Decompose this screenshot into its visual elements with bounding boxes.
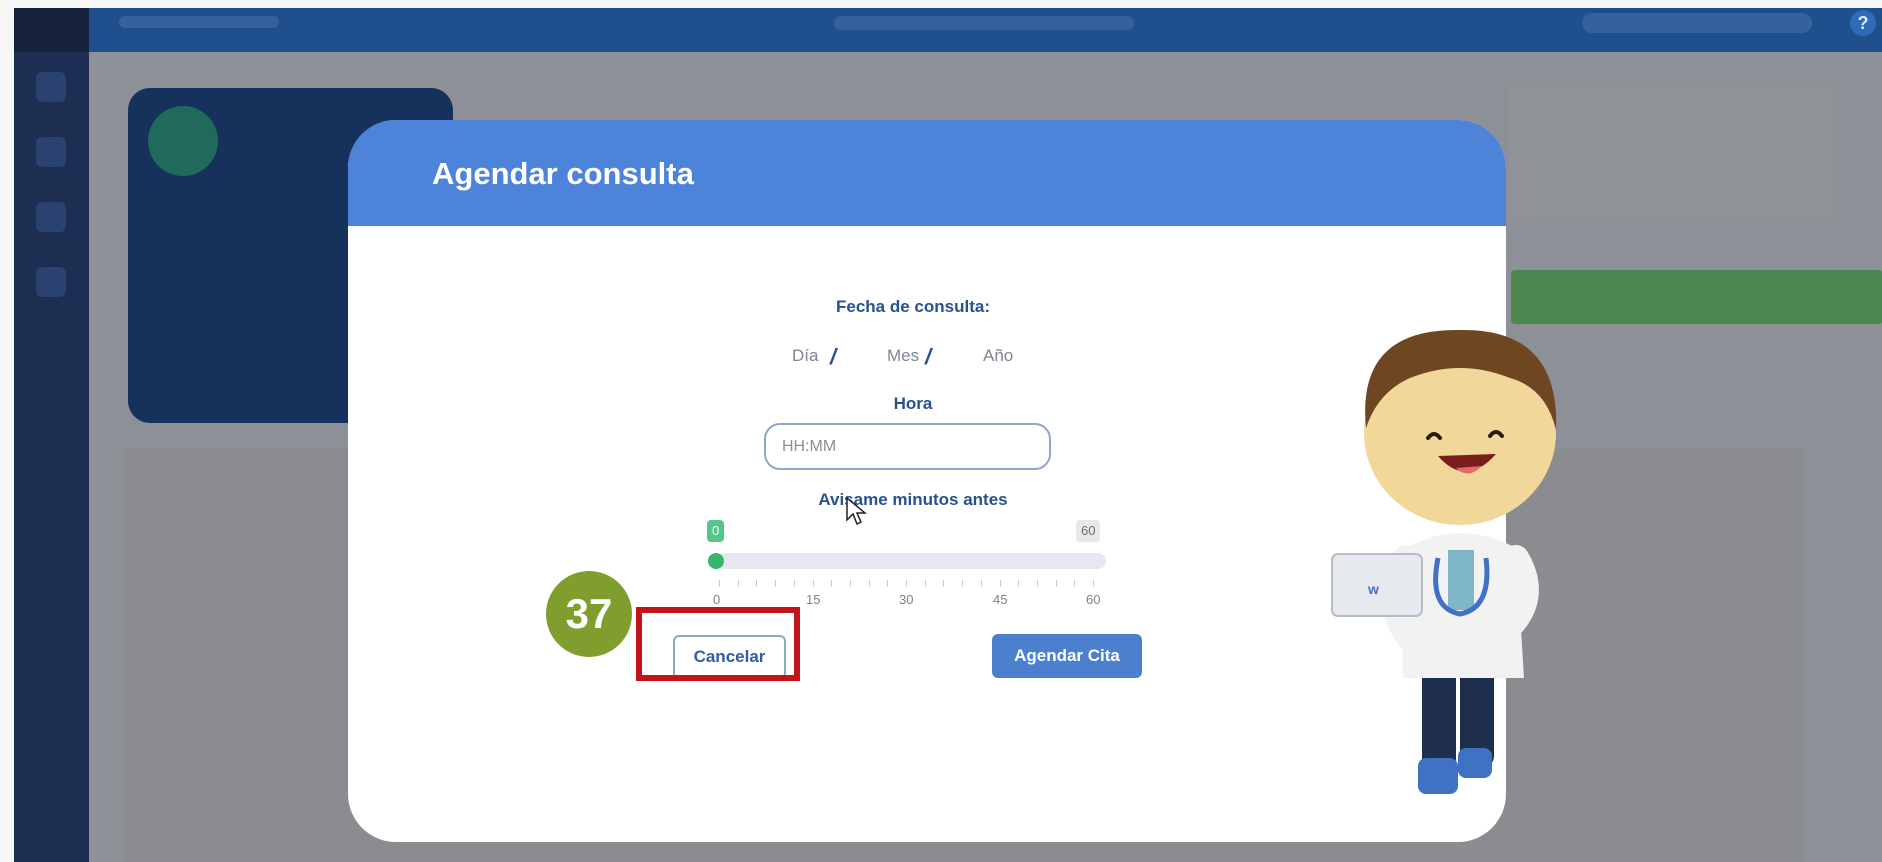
time-input[interactable]: [764, 423, 1051, 470]
app-name-blurred: [119, 16, 279, 28]
slider-tick-label: 45: [993, 592, 1008, 607]
slider-tick-label: 30: [899, 592, 914, 607]
help-icon[interactable]: ?: [1850, 10, 1876, 36]
app-sidebar: [14, 52, 89, 862]
time-label: Hora: [893, 394, 933, 413]
slider-max-value: 60: [1076, 520, 1101, 542]
slider-tick: [868, 580, 870, 587]
date-separator: /: [925, 344, 932, 369]
step-highlight-box: [636, 607, 800, 681]
day-field[interactable]: Día: [792, 346, 818, 366]
slider-tick: [980, 580, 982, 587]
date-separator: /: [830, 344, 837, 369]
slider-tick: [943, 580, 945, 587]
sidebar-icon[interactable]: [36, 267, 66, 297]
slider-tick-label: 15: [806, 592, 821, 607]
slider-tick: [775, 580, 777, 587]
sidebar-icon[interactable]: [36, 202, 66, 232]
slider-tick: [756, 580, 758, 587]
svg-text:w: w: [1367, 581, 1379, 597]
month-field[interactable]: Mes: [887, 346, 919, 366]
slider-tick: [737, 580, 739, 587]
slider-tick-label: 0: [713, 592, 721, 607]
slider-tick: [812, 580, 814, 587]
slider-tick: [1093, 580, 1094, 587]
app-topbar: ?: [14, 8, 1882, 52]
slider-tick: [887, 580, 889, 587]
sidebar-icon[interactable]: [36, 137, 66, 167]
reminder-slider-track[interactable]: [716, 553, 1106, 569]
doctor-mascot-icon: w: [1331, 329, 1557, 794]
mouse-pointer-icon: [846, 496, 867, 526]
slider-tick: [924, 580, 926, 587]
app-screen: ? Agendar consulta Fecha de consulta: Dí…: [14, 8, 1882, 862]
slider-tick: [849, 580, 851, 587]
reminder-label: Avisame minutos antes: [818, 490, 1008, 509]
background-side-panel: [1509, 82, 1839, 222]
slider-tick: [831, 580, 833, 587]
modal-title: Agendar consulta: [432, 156, 694, 191]
slider-tick: [1018, 580, 1020, 587]
app-logo: [14, 8, 89, 52]
slider-tick: [793, 580, 795, 587]
year-field[interactable]: Año: [983, 346, 1013, 366]
slider-tick: [999, 580, 1001, 587]
background-green-button: [1511, 270, 1882, 324]
slider-tick: [906, 580, 907, 587]
date-label: Fecha de consulta:: [836, 297, 990, 316]
step-number-badge: 37: [546, 571, 632, 657]
globe-icon: [148, 106, 218, 176]
schedule-appointment-button[interactable]: Agendar Cita: [992, 634, 1142, 678]
topbar-title-blurred: [834, 16, 1134, 30]
user-menu-blurred[interactable]: [1582, 13, 1812, 33]
slider-tick-label: 60: [1086, 592, 1101, 607]
slider-tick: [719, 580, 720, 587]
slider-tick: [1055, 580, 1057, 587]
sidebar-icon[interactable]: [36, 72, 66, 102]
reminder-slider-thumb[interactable]: [708, 553, 724, 569]
modal-header: Agendar consulta: [348, 120, 1506, 226]
slider-tick: [962, 580, 964, 587]
slider-tick: [1074, 580, 1076, 587]
slider-min-value: 0: [707, 520, 725, 542]
slider-tick: [1036, 580, 1038, 587]
